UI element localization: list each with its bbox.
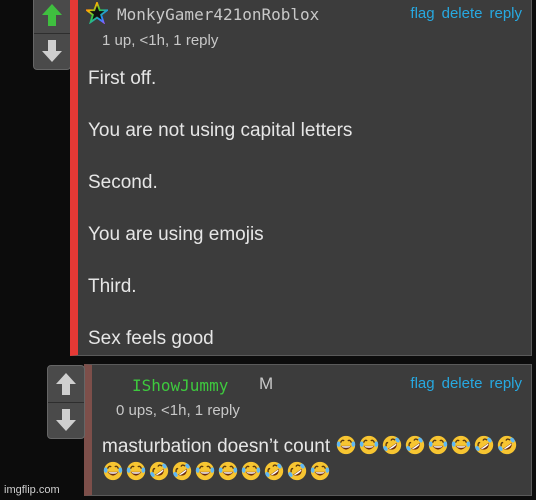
joy-emoji-icon (103, 461, 123, 481)
comment-line: You are using emojis (88, 224, 264, 245)
arrow-down-icon (42, 40, 62, 62)
delete-link[interactable]: delete (442, 375, 483, 392)
rofl-emoji-icon (498, 435, 517, 455)
joy-emoji-icon (310, 461, 330, 481)
vote-box (33, 0, 71, 70)
joy-emoji-icon (218, 461, 238, 481)
comment-line: Third. (88, 276, 137, 297)
reply-username[interactable]: IShowJummy (132, 376, 228, 395)
joy-emoji-icon (195, 461, 215, 481)
joy-emoji-icon (241, 461, 261, 481)
arrow-down-icon (56, 409, 76, 431)
rofl-emoji-icon (406, 435, 425, 455)
reply-link[interactable]: reply (489, 5, 522, 22)
reply-body: masturbation doesn’t count (102, 434, 522, 486)
reply-link[interactable]: reply (489, 375, 522, 392)
downvote-button[interactable] (48, 402, 84, 438)
rofl-emoji-icon (475, 435, 494, 455)
gender-badge: M (259, 374, 274, 393)
joy-emoji-icon (360, 435, 379, 455)
joy-emoji-icon (337, 435, 356, 455)
reply-text: masturbation doesn’t count (102, 436, 331, 457)
rofl-emoji-icon (287, 461, 307, 481)
joy-emoji-icon (452, 435, 471, 455)
upvote-button[interactable] (34, 0, 70, 34)
rainbow-star-icon (86, 2, 108, 24)
comment-line: You are not using capital letters (88, 120, 353, 141)
downvote-button[interactable] (34, 33, 70, 69)
arrow-up-icon (56, 373, 76, 395)
comment-line: Sex feels good (88, 328, 214, 349)
rofl-emoji-icon (383, 435, 402, 455)
rofl-emoji-icon (264, 461, 284, 481)
flag-link[interactable]: flag (410, 5, 434, 22)
comment-meta: 1 up, <1h, 1 reply (102, 32, 219, 49)
comment-actions: flag delete reply (410, 5, 522, 22)
rofl-emoji-icon (149, 461, 169, 481)
flag-link[interactable]: flag (410, 375, 434, 392)
comment-line: Second. (88, 172, 158, 193)
reply-meta: 0 ups, <1h, 1 reply (116, 402, 240, 419)
watermark: imgflip.com (4, 484, 60, 496)
comment-thread: MonkyGamer421onRoblox flag delete reply … (0, 0, 536, 500)
vote-box (47, 365, 85, 439)
upvote-button[interactable] (48, 366, 84, 403)
rofl-emoji-icon (172, 461, 192, 481)
reply-actions: flag delete reply (410, 375, 522, 392)
joy-emoji-icon (429, 435, 448, 455)
comment-line: First off. (88, 68, 157, 89)
joy-emoji-icon (126, 461, 146, 481)
arrow-up-icon (42, 4, 62, 26)
delete-link[interactable]: delete (442, 5, 483, 22)
comment-username[interactable]: MonkyGamer421onRoblox (117, 5, 319, 24)
comment-body: First off. You are not using capital let… (88, 66, 518, 378)
